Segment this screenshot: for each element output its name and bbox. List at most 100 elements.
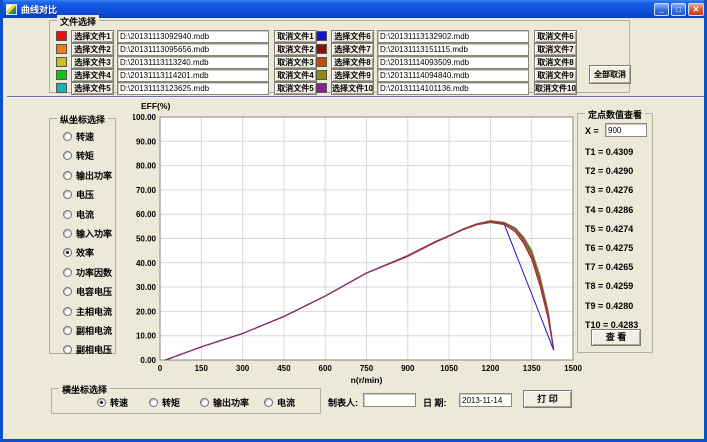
- file-path-input[interactable]: [377, 56, 529, 69]
- file-color-swatch: [316, 57, 327, 67]
- app-window: 曲线对比 _ □ ✕ 文件选择 选择文件1取消文件1选择文件2取消文件2选择文件…: [0, 0, 707, 442]
- x-tick-label: 300: [236, 364, 250, 373]
- point-value: T1 = 0.4309: [585, 147, 633, 157]
- date-label: 日 期:: [423, 396, 447, 409]
- y-axis-option-label: 电流: [76, 208, 94, 221]
- y-axis-option[interactable]: 副相电流: [63, 324, 112, 337]
- file-color-swatch: [316, 44, 327, 54]
- y-axis-option-label: 副相电流: [76, 324, 112, 337]
- select-file-button[interactable]: 选择文件7: [331, 43, 374, 56]
- radio-icon: [63, 345, 72, 354]
- select-file-button[interactable]: 选择文件5: [71, 82, 114, 95]
- file-path-input[interactable]: [117, 56, 269, 69]
- y-axis-option[interactable]: 主相电流: [63, 305, 112, 318]
- y-axis-option-label: 电容电压: [76, 285, 112, 298]
- point-value: T4 = 0.4286: [585, 205, 633, 215]
- cancel-file-button[interactable]: 取消文件2: [274, 43, 317, 56]
- x-axis-group-label: 横坐标选择: [59, 383, 110, 396]
- y-tick-label: 30.00: [136, 283, 157, 292]
- radio-icon: [63, 132, 72, 141]
- minimize-button[interactable]: _: [654, 3, 669, 16]
- point-value: T3 = 0.4276: [585, 185, 633, 195]
- file-path-input[interactable]: [377, 82, 529, 95]
- y-tick-label: 70.00: [136, 186, 157, 195]
- y-tick-label: 20.00: [136, 307, 157, 316]
- x-axis-option-label: 转速: [110, 396, 128, 409]
- maker-input[interactable]: [363, 393, 416, 407]
- file-path-input[interactable]: [117, 69, 269, 82]
- x-tick-label: 900: [401, 364, 415, 373]
- file-path-input[interactable]: [377, 69, 529, 82]
- y-tick-label: 10.00: [136, 332, 157, 341]
- x-label: X =: [585, 126, 599, 136]
- cancel-file-button[interactable]: 取消文件10: [534, 82, 577, 95]
- file-color-swatch: [316, 83, 327, 93]
- x-value-input[interactable]: [605, 123, 647, 137]
- select-file-button[interactable]: 选择文件9: [331, 69, 374, 82]
- file-path-input[interactable]: [117, 43, 269, 56]
- radio-icon: [97, 398, 106, 407]
- y-axis-option-label: 输入功率: [76, 227, 112, 240]
- x-tick-label: 600: [319, 364, 333, 373]
- point-view-group-label: 定点数值查看: [585, 108, 645, 121]
- cancel-file-button[interactable]: 取消文件3: [274, 56, 317, 69]
- cancel-file-button[interactable]: 取消文件6: [534, 30, 577, 43]
- y-axis-option[interactable]: 副相电压: [63, 343, 112, 356]
- radio-icon: [63, 171, 72, 180]
- y-axis-group: 纵坐标选择 转速转矩输出功率电压电流输入功率效率功率因数电容电压主相电流副相电流…: [49, 118, 116, 354]
- radio-icon: [63, 326, 72, 335]
- radio-icon: [63, 287, 72, 296]
- select-file-button[interactable]: 选择文件10: [331, 82, 374, 95]
- cancel-all-button[interactable]: 全部取消: [589, 65, 631, 84]
- select-file-button[interactable]: 选择文件6: [331, 30, 374, 43]
- radio-icon: [63, 151, 72, 160]
- cancel-file-button[interactable]: 取消文件5: [274, 82, 317, 95]
- y-tick-label: 80.00: [136, 162, 157, 171]
- radio-icon: [63, 307, 72, 316]
- x-axis-option[interactable]: 转速: [97, 396, 128, 409]
- x-axis-option[interactable]: 电流: [264, 396, 295, 409]
- y-axis-option[interactable]: 电压: [63, 188, 94, 201]
- cancel-file-button[interactable]: 取消文件4: [274, 69, 317, 82]
- file-path-input[interactable]: [377, 43, 529, 56]
- x-axis-option-label: 输出功率: [213, 396, 249, 409]
- window-title: 曲线对比: [21, 3, 57, 16]
- radio-icon: [63, 268, 72, 277]
- y-axis-option[interactable]: 电流: [63, 208, 94, 221]
- file-path-input[interactable]: [377, 30, 529, 43]
- y-axis-option[interactable]: 效率: [63, 246, 94, 259]
- print-button[interactable]: 打 印: [523, 390, 572, 408]
- select-file-button[interactable]: 选择文件2: [71, 43, 114, 56]
- select-file-button[interactable]: 选择文件8: [331, 56, 374, 69]
- cancel-file-button[interactable]: 取消文件8: [534, 56, 577, 69]
- y-axis-option[interactable]: 输出功率: [63, 169, 112, 182]
- maximize-button[interactable]: □: [671, 3, 686, 16]
- view-button[interactable]: 查 看: [591, 329, 641, 346]
- select-file-button[interactable]: 选择文件3: [71, 56, 114, 69]
- y-axis-option-label: 效率: [76, 246, 94, 259]
- y-axis-option[interactable]: 转矩: [63, 149, 94, 162]
- cancel-file-button[interactable]: 取消文件1: [274, 30, 317, 43]
- select-file-button[interactable]: 选择文件1: [71, 30, 114, 43]
- x-tick-label: 1350: [523, 364, 541, 373]
- x-tick-label: 0: [158, 364, 163, 373]
- file-color-swatch: [56, 70, 67, 80]
- title-bar: 曲线对比 _ □ ✕: [0, 0, 707, 18]
- y-axis-option[interactable]: 功率因数: [63, 266, 112, 279]
- y-axis-option[interactable]: 输入功率: [63, 227, 112, 240]
- radio-icon: [264, 398, 273, 407]
- file-path-input[interactable]: [117, 30, 269, 43]
- cancel-file-button[interactable]: 取消文件7: [534, 43, 577, 56]
- file-color-swatch: [56, 31, 67, 41]
- date-input[interactable]: [459, 393, 512, 407]
- y-axis-option[interactable]: 转速: [63, 130, 94, 143]
- select-file-button[interactable]: 选择文件4: [71, 69, 114, 82]
- y-axis-option-label: 功率因数: [76, 266, 112, 279]
- x-axis-option[interactable]: 转矩: [149, 396, 180, 409]
- file-path-input[interactable]: [117, 82, 269, 95]
- x-axis-option[interactable]: 输出功率: [200, 396, 249, 409]
- x-axis-option-label: 转矩: [162, 396, 180, 409]
- cancel-file-button[interactable]: 取消文件9: [534, 69, 577, 82]
- close-button[interactable]: ✕: [688, 3, 704, 16]
- y-axis-option[interactable]: 电容电压: [63, 285, 112, 298]
